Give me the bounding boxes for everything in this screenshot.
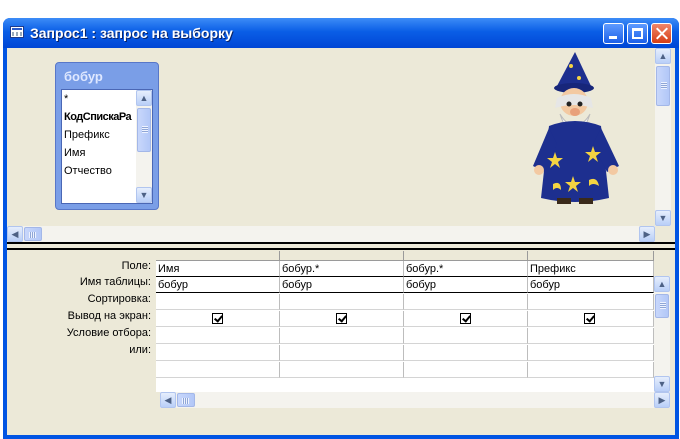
scroll-thumb[interactable] [137,108,151,152]
column-selector[interactable] [156,251,280,261]
minimize-button[interactable] [603,23,624,44]
field-list-item[interactable]: Префикс [64,127,110,143]
arrow-up-icon[interactable]: ▲ [655,48,671,64]
column-selector[interactable] [280,251,404,261]
arrow-right-icon[interactable]: ▶ [654,392,670,408]
arrow-up-icon[interactable]: ▲ [654,276,670,292]
pane-splitter[interactable] [7,242,675,250]
field-list[interactable]: * КодСпискаРа Префикс Имя Отчество ▲ ▼ [61,89,153,204]
grid-cell-table[interactable]: бобур [156,277,280,293]
grid-cell-show[interactable] [280,311,404,327]
row-label-field: Поле: [121,260,151,272]
arrow-left-icon[interactable]: ◀ [160,392,176,408]
grid-cell-criteria[interactable] [528,328,654,344]
show-checkbox[interactable] [212,313,223,324]
grid-cell-table[interactable]: бобур [528,277,654,293]
design-pane-hscrollbar[interactable]: ◀ ▶ [7,226,655,242]
show-checkbox[interactable] [460,313,471,324]
grid-vscrollbar[interactable]: ▲ ▼ [654,276,670,392]
grid-cell-or[interactable] [528,345,654,361]
grid-cell-sort[interactable] [156,294,280,310]
grid-cell-field[interactable]: бобур.* [404,261,528,277]
table-field-list-window[interactable]: бобур * КодСпискаРа Префикс Имя Отчество… [55,62,159,210]
field-list-item[interactable]: * [64,91,68,107]
row-label-criteria: Условие отбора: [66,327,151,339]
query-window-icon[interactable] [10,26,24,38]
grid-cell-or[interactable] [404,345,528,361]
grid-cell-criteria[interactable] [156,328,280,344]
grid-cell-blank[interactable] [404,362,528,378]
grid-cell-criteria[interactable] [280,328,404,344]
column-selector[interactable] [404,251,528,261]
grid-cell-field[interactable]: Имя [156,261,280,277]
grid-cell-blank[interactable] [156,362,280,378]
grid-cell-table[interactable]: бобур [280,277,404,293]
scroll-thumb[interactable] [656,66,670,106]
field-list-item[interactable]: Отчество [64,163,112,179]
close-button[interactable] [651,23,672,44]
arrow-left-icon[interactable]: ◀ [7,226,23,242]
office-assistant-wizard[interactable] [527,48,627,208]
scroll-thumb[interactable] [24,227,42,241]
grid-cell-sort[interactable] [528,294,654,310]
window-client-area: бобур * КодСпискаРа Префикс Имя Отчество… [7,48,675,435]
arrow-down-icon[interactable]: ▼ [655,210,671,226]
grid-cell-blank[interactable] [528,362,654,378]
table-name[interactable]: бобур [64,69,103,84]
field-list-scrollbar[interactable]: ▲ ▼ [136,90,152,203]
grid-cell-sort[interactable] [280,294,404,310]
arrow-down-icon[interactable]: ▼ [136,187,152,203]
table-design-pane[interactable]: бобур * КодСпискаРа Префикс Имя Отчество… [7,48,671,242]
grid-hscrollbar[interactable]: ◀ ▶ [160,392,670,408]
grid-cell-or[interactable] [280,345,404,361]
grid-cell-show[interactable] [404,311,528,327]
maximize-button[interactable] [627,23,648,44]
grid-cell-show[interactable] [528,311,654,327]
query-design-grid[interactable]: Имя бобур.* бобур.* Префикс бобур бобур … [156,251,654,392]
grid-cell-field[interactable]: Префикс [528,261,654,277]
arrow-up-icon[interactable]: ▲ [136,90,152,106]
field-list-item[interactable]: Имя [64,145,85,161]
arrow-right-icon[interactable]: ▶ [639,226,655,242]
title-bar[interactable]: Запрос1 : запрос на выборку [3,18,679,48]
scroll-thumb[interactable] [177,393,195,407]
grid-cell-criteria[interactable] [404,328,528,344]
grid-cell-blank[interactable] [280,362,404,378]
show-checkbox[interactable] [584,313,595,324]
row-label-show: Вывод на экран: [67,310,151,322]
grid-cell-field[interactable]: бобур.* [280,261,404,277]
grid-cell-show[interactable] [156,311,280,327]
row-label-or: или: [129,344,151,356]
field-list-item[interactable]: КодСпискаРа [64,109,132,125]
show-checkbox[interactable] [336,313,347,324]
row-label-sort: Сортировка: [87,293,151,305]
grid-cell-table[interactable]: бобур [404,277,528,293]
design-pane-vscrollbar[interactable]: ▲ ▼ [655,48,671,226]
arrow-down-icon[interactable]: ▼ [654,376,670,392]
window-title: Запрос1 : запрос на выборку [30,25,233,41]
column-selector[interactable] [528,251,654,261]
grid-cell-or[interactable] [156,345,280,361]
row-label-table: Имя таблицы: [79,276,151,288]
grid-cell-sort[interactable] [404,294,528,310]
query-window: Запрос1 : запрос на выборку бобур * КодС… [3,18,679,439]
scroll-thumb[interactable] [655,294,669,318]
